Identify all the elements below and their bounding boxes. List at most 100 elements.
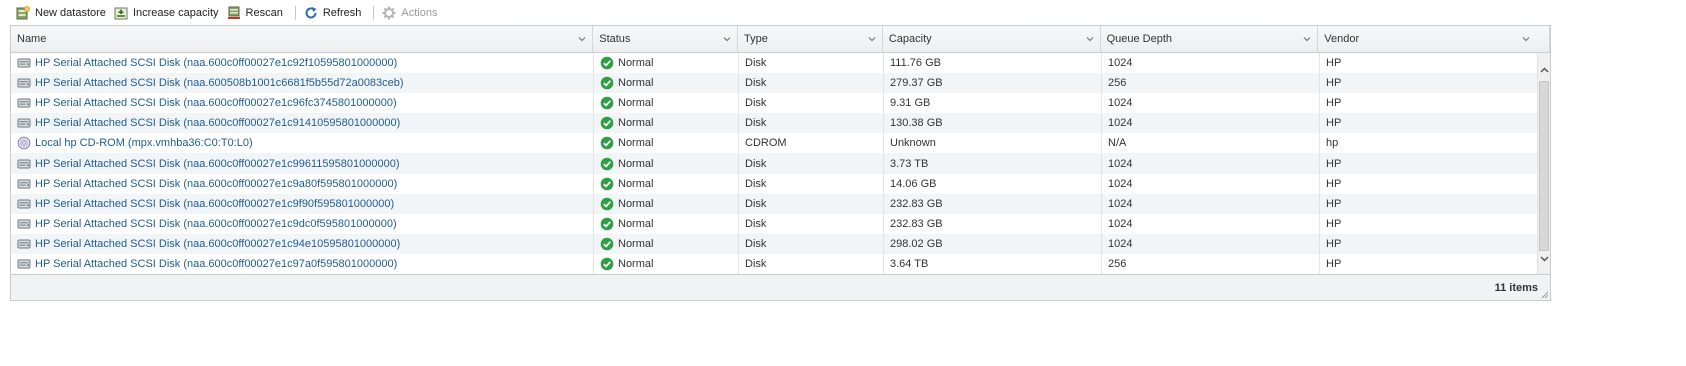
cell-status: Normal <box>594 153 739 174</box>
chevron-down-icon[interactable] <box>578 35 586 43</box>
device-name-link[interactable]: HP Serial Attached SCSI Disk (naa.600c0f… <box>35 97 397 109</box>
cell-status: Normal <box>594 253 739 274</box>
table-row[interactable]: HP Serial Attached SCSI Disk (naa.600c0f… <box>11 153 1537 174</box>
scroll-down-icon[interactable] <box>1539 253 1550 264</box>
cell-capacity: 9.31 GB <box>884 93 1102 114</box>
status-text: Normal <box>618 117 654 130</box>
status-ok-icon <box>600 177 614 190</box>
new-datastore-label: New datastore <box>35 7 106 19</box>
chevron-down-icon[interactable] <box>1086 35 1094 43</box>
device-name-link[interactable]: HP Serial Attached SCSI Disk (naa.600c0f… <box>35 178 397 190</box>
column-header-label: Name <box>17 33 47 45</box>
status-ok-icon <box>600 96 614 110</box>
table-row[interactable]: HP Serial Attached SCSI Disk (naa.600c0f… <box>11 53 1537 74</box>
cell-type: Disk <box>739 213 884 234</box>
refresh-button[interactable]: Refresh <box>302 4 368 22</box>
column-header-queue-depth[interactable]: Queue Depth <box>1101 26 1319 52</box>
table-row[interactable]: HP Serial Attached SCSI Disk (naa.600c0f… <box>11 193 1537 214</box>
rescan-button[interactable]: Rescan <box>225 4 289 22</box>
status-text: Normal <box>618 217 654 230</box>
cell-queue-depth: N/A <box>1102 133 1320 154</box>
device-name-link[interactable]: HP Serial Attached SCSI Disk (naa.600508… <box>35 77 404 89</box>
new-datastore-button[interactable]: New datastore <box>14 4 112 22</box>
column-header-label: Status <box>599 33 631 45</box>
table-row[interactable]: HP Serial Attached SCSI Disk (naa.600c0f… <box>11 253 1537 274</box>
table-row[interactable]: HP Serial Attached SCSI Disk (naa.600c0f… <box>11 113 1537 134</box>
cell-status: Normal <box>594 213 739 234</box>
cell-name: HP Serial Attached SCSI Disk (naa.600c0f… <box>11 233 594 254</box>
cell-status: Normal <box>594 73 739 94</box>
status-text: Normal <box>618 77 654 90</box>
status-ok-icon <box>600 257 614 271</box>
chevron-down-icon[interactable] <box>868 35 876 43</box>
table-row[interactable]: HP Serial Attached SCSI Disk (naa.600c0f… <box>11 93 1537 114</box>
cell-name: Local hp CD-ROM (mpx.vmhba36:C0:T0:L0) <box>11 133 594 154</box>
status-ok-icon <box>600 237 614 251</box>
table-row[interactable]: HP Serial Attached SCSI Disk (naa.600508… <box>11 73 1537 94</box>
column-header-vendor[interactable]: Vendor <box>1318 26 1550 52</box>
scroll-up-icon[interactable] <box>1539 65 1550 76</box>
cell-queue-depth: 1024 <box>1102 93 1320 114</box>
cell-vendor: HP <box>1326 257 1342 270</box>
resize-grip-icon[interactable] <box>1541 291 1549 299</box>
chevron-down-icon[interactable] <box>723 35 731 43</box>
device-name-link[interactable]: HP Serial Attached SCSI Disk (naa.600c0f… <box>35 117 400 129</box>
disk-icon <box>17 159 31 169</box>
disk-icon <box>17 259 31 269</box>
column-header-status[interactable]: Status <box>593 26 739 52</box>
gear-icon <box>382 6 396 20</box>
cell-queue-depth: 1024 <box>1102 233 1320 254</box>
device-name-link[interactable]: HP Serial Attached SCSI Disk (naa.600c0f… <box>35 258 397 270</box>
cell-type: Disk <box>739 173 884 194</box>
toolbar-separator <box>373 6 375 20</box>
device-name-link[interactable]: HP Serial Attached SCSI Disk (naa.600c0f… <box>35 218 397 230</box>
device-name-link[interactable]: Local hp CD-ROM (mpx.vmhba36:C0:T0:L0) <box>35 137 253 149</box>
cell-capacity: 14.06 GB <box>884 173 1102 194</box>
disk-icon <box>17 118 31 128</box>
cell-type: Disk <box>739 233 884 254</box>
status-text: Normal <box>618 237 654 250</box>
actions-button[interactable]: Actions <box>380 4 443 22</box>
cell-capacity: 232.83 GB <box>884 193 1102 214</box>
column-header-type[interactable]: Type <box>738 26 883 52</box>
chevron-down-icon[interactable] <box>1303 35 1311 43</box>
cell-name: HP Serial Attached SCSI Disk (naa.600c0f… <box>11 53 594 74</box>
device-name-link[interactable]: HP Serial Attached SCSI Disk (naa.600c0f… <box>35 238 400 250</box>
column-header-label: Type <box>744 33 768 45</box>
disk-icon <box>17 179 31 189</box>
column-header-name[interactable]: Name <box>11 26 594 52</box>
status-text: Normal <box>618 197 654 210</box>
cell-type: Disk <box>739 253 884 274</box>
increase-capacity-button[interactable]: Increase capacity <box>112 4 225 22</box>
table-row[interactable]: HP Serial Attached SCSI Disk (naa.600c0f… <box>11 233 1537 254</box>
cell-vendor: HP <box>1326 177 1342 190</box>
disk-icon <box>17 98 31 108</box>
status-ok-icon <box>600 217 614 231</box>
table-row[interactable]: Local hp CD-ROM (mpx.vmhba36:C0:T0:L0) No… <box>11 133 1537 154</box>
cell-capacity: 232.83 GB <box>884 213 1102 234</box>
cell-queue-depth: 256 <box>1102 73 1320 94</box>
status-text: Normal <box>618 177 654 190</box>
rescan-label: Rescan <box>245 7 283 19</box>
vertical-scrollbar[interactable] <box>1537 53 1550 274</box>
table-row[interactable]: HP Serial Attached SCSI Disk (naa.600c0f… <box>11 173 1537 194</box>
device-name-link[interactable]: HP Serial Attached SCSI Disk (naa.600c0f… <box>35 57 397 69</box>
toolbar: New datastore Increase capacity Rescan R… <box>14 4 443 22</box>
cell-vendor: HP <box>1326 57 1342 70</box>
device-name-link[interactable]: HP Serial Attached SCSI Disk (naa.600c0f… <box>35 158 400 170</box>
table-row[interactable]: HP Serial Attached SCSI Disk (naa.600c0f… <box>11 213 1537 234</box>
cell-queue-depth: 1024 <box>1102 53 1320 74</box>
scrollbar-thumb[interactable] <box>1539 81 1549 251</box>
refresh-icon <box>305 7 317 19</box>
cell-status: Normal <box>594 113 739 134</box>
column-header-capacity[interactable]: Capacity <box>883 26 1101 52</box>
cell-queue-depth: 1024 <box>1102 193 1320 214</box>
chevron-down-icon[interactable] <box>1522 35 1530 43</box>
device-name-link[interactable]: HP Serial Attached SCSI Disk (naa.600c0f… <box>35 198 394 210</box>
status-text: Normal <box>618 157 654 170</box>
toolbar-separator <box>294 6 296 20</box>
cell-name: HP Serial Attached SCSI Disk (naa.600508… <box>11 73 594 94</box>
cell-name: HP Serial Attached SCSI Disk (naa.600c0f… <box>11 93 594 114</box>
cell-queue-depth: 1024 <box>1102 153 1320 174</box>
cell-type: Disk <box>739 53 884 74</box>
